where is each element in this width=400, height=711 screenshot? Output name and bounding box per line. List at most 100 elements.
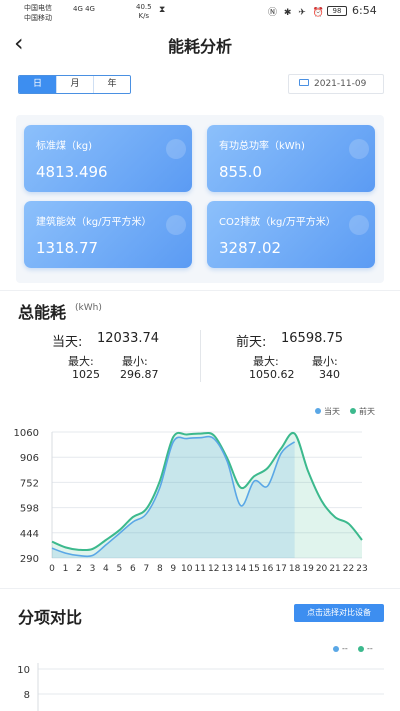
compare-legend-label-1: -- [342, 644, 348, 653]
hourglass-icon: ⧗ [159, 5, 166, 15]
x-tick-label: 11 [195, 564, 206, 574]
compare-legend-dot-2 [358, 646, 364, 652]
nav-bar: ‹ 能耗分析 [0, 28, 400, 62]
x-tick-label: 18 [289, 564, 301, 574]
today-min-label: 最小: [122, 355, 148, 368]
total-energy-unit: (kWh) [75, 303, 102, 313]
card-standard-coal: 标准煤（kg) 4813.496 [24, 125, 192, 192]
prev-value: 16598.75 [281, 331, 344, 346]
prev-min-label: 最小: [312, 355, 338, 368]
x-tick-label: 19 [302, 564, 314, 574]
card-value: 855.0 [219, 163, 262, 181]
section-divider [0, 290, 400, 291]
legend-label-prev: 前天 [359, 407, 375, 416]
x-tick-label: 2 [76, 564, 82, 574]
x-tick-label: 13 [221, 564, 232, 574]
x-tick-label: 1 [63, 564, 69, 574]
comparison-title: 分项对比 [18, 608, 83, 627]
system-icons: Ⓝ ✱ ✈ ⏰ [268, 8, 326, 18]
x-tick-label: 15 [248, 564, 259, 574]
x-tick-label: 16 [262, 564, 274, 574]
today-label: 当天: [52, 335, 83, 350]
x-tick-labels: 0 1 2 3 4 5 6 7 8 9 10 11 12 13 14 15 16 17 18 19 20 21 22 23 [49, 564, 368, 574]
calendar-icon [299, 79, 309, 86]
carrier-info: 中国电信 中国移动 [24, 3, 52, 23]
y-tick-label: 444 [20, 529, 39, 540]
card-decoration [349, 139, 369, 159]
card-building-efficiency: 建筑能效（kg/万平方米） 1318.77 [24, 201, 192, 268]
compare-y-tick-label: 10 [17, 665, 30, 676]
today-min-value: 296.87 [120, 368, 159, 381]
x-tick-label: 9 [170, 564, 176, 574]
summary-panel: 标准煤（kg) 4813.496 有功总功率（kWh) 855.0 建筑能效（k… [16, 115, 384, 283]
status-bar: 中国电信 中国移动 4G 4G 40.5 K/s ⧗ Ⓝ ✱ ✈ ⏰ 98 6:… [0, 0, 400, 26]
x-tick-label: 22 [343, 564, 354, 574]
prev-max-label: 最大: [253, 355, 279, 368]
date-picker[interactable]: 2021-11-09 [288, 74, 384, 94]
energy-line-chart: 2904445987529061060 0 1 2 3 4 5 6 7 8 9 10 11 12 13 14… [14, 428, 368, 574]
card-decoration [349, 215, 369, 235]
today-value: 12033.74 [97, 331, 160, 346]
comparison-chart-axes: 10 8 [17, 663, 384, 711]
prev-max-value: 1050.62 [249, 368, 295, 381]
tab-month[interactable]: 月 [56, 76, 93, 93]
x-tick-label: 10 [181, 564, 193, 574]
carrier-2: 中国移动 [24, 14, 52, 22]
date-value: 2021-11-09 [314, 79, 367, 89]
page-title: 能耗分析 [167, 37, 232, 56]
period-tabs: 日 月 年 [18, 75, 131, 94]
tab-day[interactable]: 日 [19, 76, 56, 93]
card-label: CO2排放（kg/万平方米） [219, 217, 336, 228]
prev-min-value: 340 [319, 368, 340, 381]
card-decoration [166, 139, 186, 159]
select-compare-device-button[interactable]: 点击选择对比设备 [294, 604, 384, 622]
x-tick-label: 7 [143, 564, 149, 574]
card-decoration [166, 215, 186, 235]
carrier-1: 中国电信 [24, 4, 52, 12]
card-label: 建筑能效（kg/万平方米） [36, 217, 152, 228]
stats-separator [200, 330, 201, 382]
x-tick-label: 3 [90, 564, 96, 574]
card-value: 3287.02 [219, 239, 282, 257]
card-label: 有功总功率（kWh) [219, 141, 305, 152]
comparison-chart: 10 8 [17, 663, 384, 711]
x-tick-label: 20 [316, 564, 328, 574]
x-tick-label: 14 [235, 564, 247, 574]
card-value: 1318.77 [36, 239, 99, 257]
legend-label-today: 当天 [324, 407, 340, 416]
x-tick-label: 8 [157, 564, 163, 574]
network-speed: 40.5 K/s [136, 3, 152, 20]
x-tick-label: 5 [117, 564, 123, 574]
card-active-power: 有功总功率（kWh) 855.0 [207, 125, 375, 192]
y-tick-label: 752 [20, 478, 39, 489]
card-co2-emission: CO2排放（kg/万平方米） 3287.02 [207, 201, 375, 268]
compare-y-tick-label: 8 [24, 690, 30, 701]
series-area-0 [52, 436, 295, 558]
y-tick-label: 906 [20, 453, 39, 464]
x-tick-label: 17 [275, 564, 286, 574]
y-tick-label: 598 [20, 504, 39, 515]
x-tick-label: 4 [103, 564, 109, 574]
card-value: 4813.496 [36, 163, 108, 181]
y-tick-label: 1060 [14, 428, 39, 439]
chart-areas [52, 432, 362, 558]
total-energy-title: 总能耗 [18, 303, 67, 322]
x-tick-label: 12 [208, 564, 219, 574]
today-max-value: 1025 [72, 368, 100, 381]
x-tick-label: 23 [356, 564, 367, 574]
compare-legend-dot-1 [333, 646, 339, 652]
prev-label: 前天: [236, 335, 267, 350]
x-tick-label: 0 [49, 564, 55, 574]
clock: 6:54 [352, 4, 377, 17]
x-tick-label: 6 [130, 564, 136, 574]
tab-year[interactable]: 年 [93, 76, 130, 93]
today-max-label: 最大: [68, 355, 94, 368]
legend-dot-today [315, 408, 321, 414]
y-tick-label: 290 [20, 554, 39, 565]
x-tick-label: 21 [329, 564, 340, 574]
legend-dot-prev [350, 408, 356, 414]
y-tick-labels: 290 444 598 752 906 1060 [14, 428, 39, 565]
compare-legend-label-2: -- [367, 644, 373, 653]
section-divider [0, 588, 400, 589]
battery-icon: 98 [327, 6, 347, 16]
